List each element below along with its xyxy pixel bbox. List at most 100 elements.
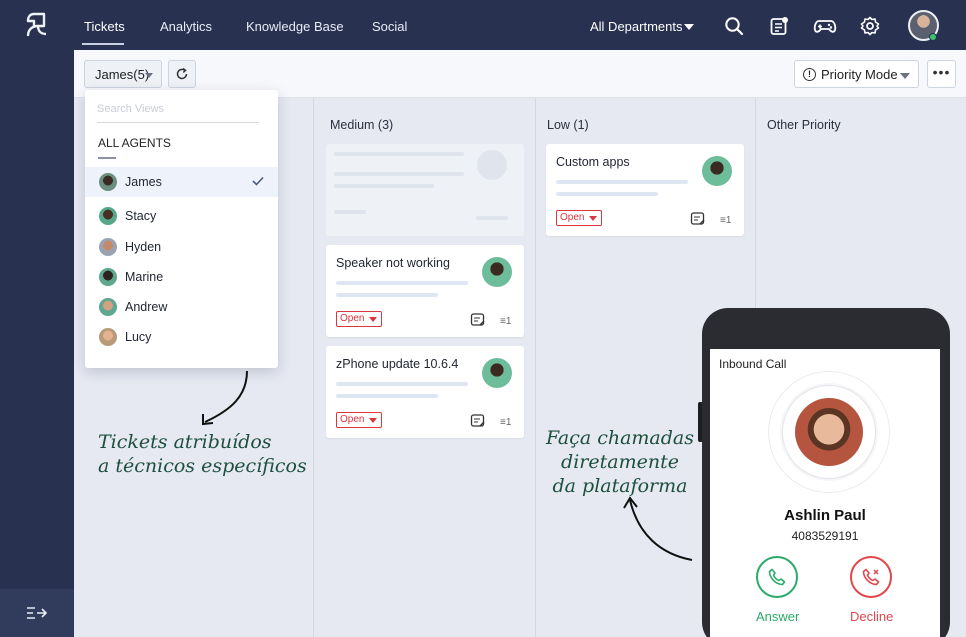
assignee-avatar xyxy=(702,156,732,186)
chevron-down-icon xyxy=(589,216,597,221)
ticket-card[interactable]: Custom apps Open ≡1 xyxy=(546,144,744,236)
top-navigation-bar: Tickets Analytics Knowledge Base Social … xyxy=(74,0,966,50)
chevron-down-icon xyxy=(369,317,377,322)
column-title-medium: Medium (3) xyxy=(330,118,394,132)
active-tab-indicator xyxy=(82,43,124,45)
status-badge[interactable]: Open xyxy=(336,311,382,327)
annotation-line: diretamente xyxy=(561,451,679,473)
annotation-tickets-assigned: Tickets atribuídos a técnicos específico… xyxy=(98,430,307,478)
tab-social[interactable]: Social xyxy=(372,19,407,34)
agent-filter-label: James(5) xyxy=(95,67,150,82)
notes-icon[interactable] xyxy=(769,16,789,36)
column-divider xyxy=(313,98,314,637)
online-status-dot xyxy=(929,33,937,41)
search-views-input[interactable]: Search Views xyxy=(97,103,259,123)
caller-number: 4083529191 xyxy=(791,529,859,543)
status-label: Open xyxy=(340,414,365,425)
search-icon[interactable] xyxy=(724,16,744,36)
column-title-other: Other Priority xyxy=(767,118,841,132)
loading-placeholder-card xyxy=(326,144,524,236)
checkmark-icon xyxy=(252,176,264,186)
agent-name: Andrew xyxy=(125,300,168,314)
assignee-avatar xyxy=(482,358,512,388)
gear-icon[interactable] xyxy=(860,16,880,36)
annotation-arrow xyxy=(202,370,248,426)
note-edit-icon[interactable] xyxy=(470,312,486,328)
thread-count-value: 1 xyxy=(505,316,512,327)
agent-option-stacy[interactable]: Stacy xyxy=(85,201,278,231)
agent-option-andrew[interactable]: Andrew xyxy=(85,292,278,322)
phone-decline-icon xyxy=(862,568,880,586)
view-mode-label: Priority Mode xyxy=(821,67,898,82)
thread-count: ≡1 xyxy=(500,316,512,327)
column-divider xyxy=(535,98,536,637)
gamepad-icon[interactable] xyxy=(813,16,837,36)
ticket-card[interactable]: Speaker not working Open ≡1 xyxy=(326,245,524,337)
ticket-card[interactable]: zPhone update 10.6.4 Open ≡1 xyxy=(326,346,524,438)
annotation-line: Tickets atribuídos xyxy=(98,431,272,453)
divider xyxy=(98,157,116,159)
decline-label[interactable]: Decline xyxy=(850,609,893,624)
thread-count: ≡1 xyxy=(500,417,512,428)
agent-option-lucy[interactable]: Lucy xyxy=(85,322,278,352)
thread-count: ≡1 xyxy=(720,215,732,226)
ticket-title: zPhone update 10.6.4 xyxy=(336,357,459,371)
annotation-line: a técnicos específicos xyxy=(98,455,307,477)
expand-sidebar-icon xyxy=(27,607,48,619)
info-icon: ! xyxy=(803,68,816,81)
tab-analytics[interactable]: Analytics xyxy=(160,19,212,34)
chevron-down-icon xyxy=(145,73,153,78)
avatar xyxy=(99,268,117,286)
avatar xyxy=(99,328,117,346)
agent-name: Stacy xyxy=(125,209,157,223)
thread-count-value: 1 xyxy=(505,417,512,428)
left-rail xyxy=(0,0,74,637)
answer-label[interactable]: Answer xyxy=(756,609,799,624)
agent-dropdown-menu: Search Views ALL AGENTS James Stacy Hyde… xyxy=(85,90,278,368)
agent-option-james[interactable]: James xyxy=(85,167,278,197)
avatar xyxy=(99,298,117,316)
note-edit-icon[interactable] xyxy=(690,211,706,227)
tab-knowledge-base[interactable]: Knowledge Base xyxy=(246,19,344,34)
decline-button[interactable] xyxy=(850,556,892,598)
agent-option-hyden[interactable]: Hyden xyxy=(85,232,278,262)
department-selector[interactable]: All Departments xyxy=(590,19,682,34)
column-title-low: Low (1) xyxy=(547,118,589,132)
view-mode-selector[interactable]: ! Priority Mode xyxy=(794,60,919,88)
status-badge[interactable]: Open xyxy=(336,412,382,428)
chevron-down-icon xyxy=(900,73,910,79)
ticket-title: Custom apps xyxy=(556,155,630,169)
chevron-down-icon xyxy=(369,418,377,423)
agent-option-marine[interactable]: Marine xyxy=(85,262,278,292)
agent-name: Marine xyxy=(125,270,164,284)
ticket-title: Speaker not working xyxy=(336,256,450,270)
note-edit-icon[interactable] xyxy=(470,413,486,429)
chevron-down-icon[interactable] xyxy=(684,24,694,30)
agent-name: Lucy xyxy=(125,330,152,344)
avatar xyxy=(99,207,117,225)
avatar xyxy=(99,238,117,256)
dropdown-section-header: ALL AGENTS xyxy=(98,136,171,150)
caller-name: Ashlin Paul xyxy=(784,507,866,524)
status-badge[interactable]: Open xyxy=(556,210,602,226)
caller-avatar xyxy=(795,398,863,466)
agent-name: James xyxy=(125,175,162,189)
annotation-direct-calls: Faça chamadas diretamente da plataforma xyxy=(545,426,695,498)
status-label: Open xyxy=(560,212,585,223)
tab-tickets[interactable]: Tickets xyxy=(84,19,125,34)
expand-sidebar-button[interactable] xyxy=(0,589,74,637)
inbound-call-screen: Inbound Call Ashlin Paul 4083529191 Answ… xyxy=(710,349,940,637)
annotation-arrow xyxy=(623,496,693,561)
more-options-button[interactable]: ••• xyxy=(927,60,956,88)
phone-answer-icon xyxy=(768,568,786,586)
avatar xyxy=(99,173,117,191)
call-title: Inbound Call xyxy=(719,357,787,371)
agent-filter-button[interactable]: James(5) xyxy=(84,60,162,88)
assignee-avatar xyxy=(482,257,512,287)
thread-count-value: 1 xyxy=(725,215,732,226)
refresh-icon xyxy=(176,67,188,80)
app-logo-icon[interactable] xyxy=(22,10,52,40)
answer-button[interactable] xyxy=(756,556,798,598)
refresh-button[interactable] xyxy=(168,60,196,88)
agent-name: Hyden xyxy=(125,240,162,254)
